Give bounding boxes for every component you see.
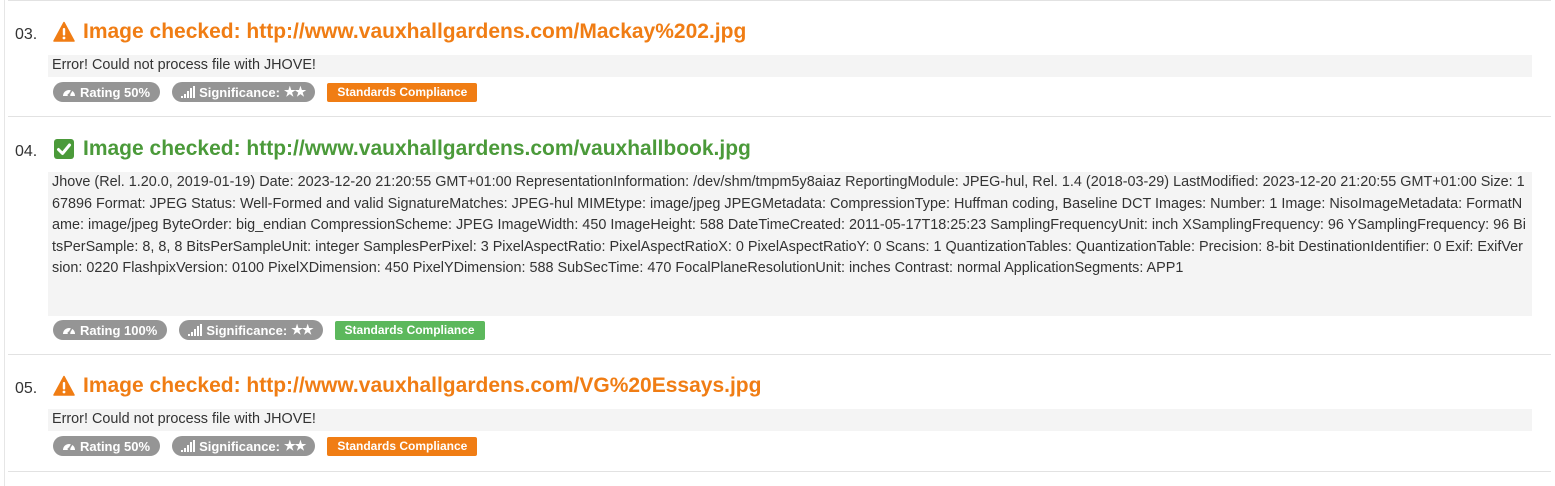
entry-message-text: Error! Could not process file with JHOVE… [52,411,316,427]
warning-triangle-icon [53,21,75,42]
entry-message-text: Jhove (Rel. 1.20.0, 2019-01-19) Date: 20… [52,174,1526,277]
rating-badge: Rating 50% [53,436,161,456]
entry-message: Error! Could not process file with JHOVE… [48,55,1532,77]
entry-message-text: Error! Could not process file with JHOVE… [52,57,316,73]
signal-bars-icon [188,324,203,336]
left-border [4,0,5,486]
entry-badges: Rating 100% Significance: ★★ Standards C… [53,320,485,340]
gauge-icon [63,327,75,335]
entry-message: Error! Could not process file with JHOVE… [48,409,1532,431]
entry-number: 04. [15,143,38,160]
entry-badges: Rating 50% Significance: ★★ Standards Co… [53,436,478,456]
rating-text: Rating 50% [80,84,151,100]
entry-message: Jhove (Rel. 1.20.0, 2019-01-19) Date: 20… [48,172,1532,316]
entry-number: 05. [15,380,38,397]
entry-title[interactable]: Image checked: http://www.vauxhallgarden… [53,20,746,44]
entry-title[interactable]: Image checked: http://www.vauxhallgarden… [53,137,751,161]
star-icons: ★★ [284,84,306,99]
significance-badge: Significance: ★★ [172,436,316,456]
entry-title-text: Image checked: http://www.vauxhallgarden… [83,20,747,43]
separator [8,116,1551,117]
separator [8,0,1551,1]
rating-text: Rating 50% [80,438,151,454]
signal-bars-icon [181,86,196,98]
entry-title-text: Image checked: http://www.vauxhallgarden… [83,137,751,160]
significance-badge: Significance: ★★ [179,320,323,340]
significance-text: Significance: [206,322,288,338]
significance-badge: Significance: ★★ [172,82,316,102]
gauge-icon [63,443,75,451]
significance-text: Significance: [199,438,280,454]
gauge-icon [63,89,75,97]
rating-badge: Rating 50% [53,82,161,102]
star-icons: ★★ [291,322,313,337]
separator [8,354,1551,355]
entry-title[interactable]: Image checked: http://www.vauxhallgarden… [53,374,761,398]
signal-bars-icon [181,440,196,452]
rating-badge: Rating 100% [53,320,168,340]
separator [8,471,1551,472]
significance-text: Significance: [199,84,280,100]
category-badge: Standards Compliance [327,82,478,102]
entry-number: 03. [15,26,38,43]
category-badge: Standards Compliance [327,436,478,456]
star-icons: ★★ [284,438,306,453]
entry-badges: Rating 50% Significance: ★★ Standards Co… [53,82,478,102]
entry-title-text: Image checked: http://www.vauxhallgarden… [83,374,762,397]
warning-triangle-icon [53,375,75,396]
check-square-icon [54,139,74,159]
rating-text: Rating 100% [80,322,158,338]
category-badge: Standards Compliance [334,320,485,340]
